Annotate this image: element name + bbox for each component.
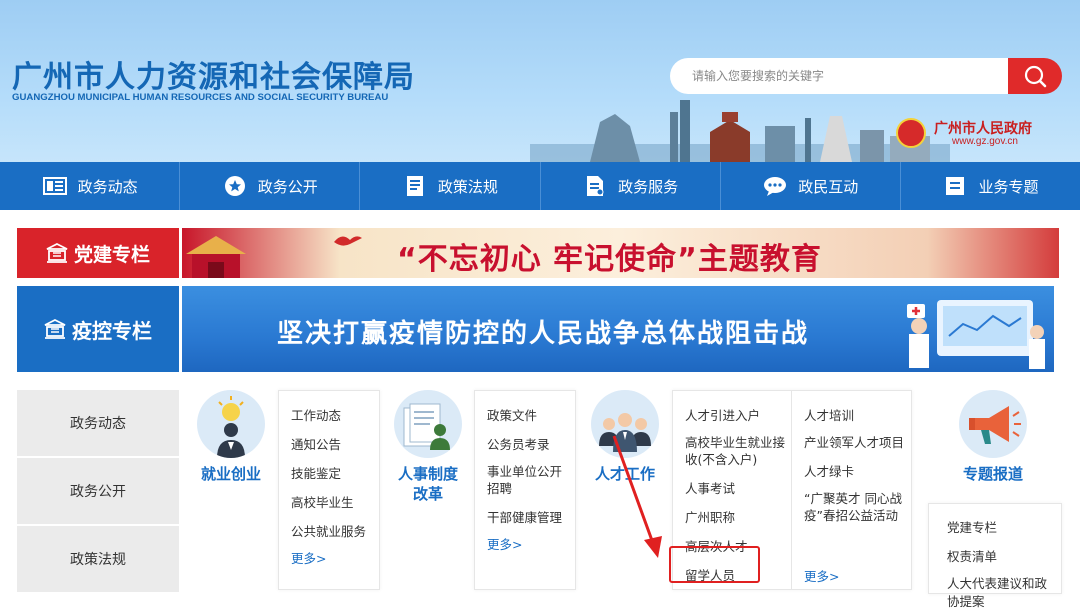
category-personnel-reform[interactable]: 人事制度改革 — [383, 390, 473, 504]
side-menu-item[interactable]: 政务公开 — [17, 458, 179, 524]
nav-item-interaction[interactable]: 政民互动 — [721, 162, 901, 210]
building-icon — [44, 319, 66, 339]
special-reports-panel: 党建专栏 权责清单 人大代表建议和政协提案 — [928, 503, 1062, 609]
building-icon — [46, 243, 68, 263]
nav-label: 政务服务 — [618, 177, 679, 196]
nav-label: 政务公开 — [257, 177, 318, 196]
search-button[interactable] — [1008, 58, 1062, 94]
nav-item-news[interactable]: 政务动态 — [0, 162, 181, 210]
medical-staff-illustration — [907, 300, 1045, 369]
nav-label: 政民互动 — [798, 177, 859, 196]
panel-link[interactable]: 干部健康管理 — [487, 507, 567, 526]
nav-item-topics[interactable]: 业务专题 — [901, 162, 1080, 210]
party-column-label: 党建专栏 — [73, 243, 150, 266]
site-title[interactable]: 广州市人力资源和社会保障局 — [12, 52, 415, 96]
panel-link[interactable]: 通知公告 — [291, 434, 379, 453]
panel-link[interactable]: 公务员考录 — [487, 434, 567, 453]
service-doc-icon — [582, 175, 608, 197]
party-banner-text: “不忘初心 牢记使命”主题教育 — [397, 242, 822, 277]
panel-divider — [791, 391, 792, 589]
panel-link[interactable]: 政策文件 — [487, 405, 567, 424]
panel-link[interactable]: 党建专栏 — [947, 517, 1053, 536]
panel-link[interactable]: 高校毕业生 — [291, 492, 379, 511]
search-box — [670, 58, 1008, 94]
panel-link[interactable]: 权责清单 — [947, 546, 1053, 565]
epidemic-banner[interactable]: 坚决打赢疫情防控的人民战争总体战阻击战 — [182, 286, 1054, 372]
epidemic-banner-text: 坚决打赢疫情防控的人民战争总体战阻击战 — [277, 319, 810, 349]
megaphone-icon — [959, 390, 1027, 458]
epidemic-column-button[interactable]: 疫控专栏 — [17, 286, 179, 372]
search-input[interactable] — [692, 67, 992, 85]
site-header: 广州市人力资源和社会保障局 GUANGZHOU MUNICIPAL HUMAN … — [0, 0, 1080, 162]
panel-link[interactable]: 产业领军人才项目 — [804, 434, 906, 451]
list-icon — [942, 175, 968, 197]
newspaper-icon — [42, 175, 68, 197]
category-special-reports[interactable]: 专题报道 — [948, 390, 1038, 484]
nav-label: 政务动态 — [77, 177, 138, 196]
side-menu-item[interactable]: 政策法规 — [17, 526, 179, 592]
panel-link[interactable]: 公共就业服务 — [291, 521, 379, 540]
more-link[interactable]: 更多> — [475, 534, 575, 553]
search-icon — [1024, 65, 1047, 88]
employment-links-panel: 工作动态 通知公告 技能鉴定 高校毕业生 公共就业服务 更多> — [278, 390, 380, 590]
panel-link[interactable]: 人事考试 — [685, 478, 787, 497]
more-link[interactable]: 更多> — [804, 566, 839, 585]
main-nav: 政务动态 政务公开 政策法规 政务服务 政民互动 业务专题 — [0, 162, 1080, 210]
panel-link[interactable]: “广聚英才 同心战疫”春招公益活动 — [804, 490, 906, 524]
epidemic-banner-row: 疫控专栏 坚决打赢疫情防控的人民战争总体战阻击战 — [17, 286, 1059, 372]
panel-link[interactable]: 人才引进入户 — [685, 405, 787, 424]
tiananmen-illustration — [186, 236, 246, 278]
panel-link[interactable]: 工作动态 — [291, 405, 379, 424]
more-link[interactable]: 更多> — [279, 548, 379, 567]
party-education-banner[interactable]: “不忘初心 牢记使命”主题教育 — [182, 228, 1059, 278]
personnel-links-panel: 政策文件 公务员考录 事业单位公开招聘 干部健康管理 更多> — [474, 390, 576, 590]
epidemic-column-label: 疫控专栏 — [72, 318, 152, 343]
gz-logo-url: www.gz.gov.cn — [952, 136, 1018, 147]
party-column-button[interactable]: 党建专栏 — [17, 228, 179, 278]
star-icon — [222, 175, 248, 197]
site-subtitle: GUANGZHOU MUNICIPAL HUMAN RESOURCES AND … — [12, 92, 389, 103]
documents-person-icon — [394, 390, 462, 458]
gz-government-logo[interactable]: 广州市人民政府 www.gz.gov.cn — [896, 116, 1056, 152]
side-menu: 政务动态 政务公开 政策法规 — [17, 390, 179, 594]
panel-link[interactable]: 广州职称 — [685, 507, 787, 526]
document-icon — [402, 175, 428, 197]
gz-emblem-icon — [896, 118, 926, 148]
panel-link[interactable]: 高校毕业生就业接收(不含入户) — [685, 434, 787, 468]
party-banner-row: 党建专栏 “不忘初心 牢记使命”主题教育 — [17, 228, 1059, 278]
nav-label: 政策法规 — [437, 177, 498, 196]
nav-item-service[interactable]: 政务服务 — [541, 162, 721, 210]
category-label: 专题报道 — [962, 465, 1023, 483]
panel-link[interactable]: 人才绿卡 — [804, 461, 906, 480]
side-menu-item[interactable]: 政务动态 — [17, 390, 179, 456]
nav-item-public[interactable]: 政务公开 — [180, 162, 361, 210]
annotation-arrow — [612, 435, 662, 558]
annotation-highlight-box — [669, 546, 760, 583]
city-skyline-illustration — [530, 100, 950, 162]
nav-label: 业务专题 — [978, 177, 1039, 196]
panel-link[interactable]: 人才培训 — [804, 405, 906, 424]
category-label: 人事制度改革 — [397, 465, 458, 503]
category-employment[interactable]: 就业创业 — [186, 390, 276, 484]
category-label: 就业创业 — [200, 465, 261, 483]
nav-item-policy[interactable]: 政策法规 — [360, 162, 541, 210]
chat-icon — [762, 175, 788, 197]
gz-logo-name: 广州市人民政府 — [934, 121, 1032, 137]
panel-link[interactable]: 事业单位公开招聘 — [487, 463, 569, 497]
panel-link[interactable]: 人大代表建议和政协提案 — [947, 575, 1053, 611]
doves-icon — [334, 236, 362, 246]
lightbulb-person-icon — [197, 390, 265, 458]
panel-link[interactable]: 技能鉴定 — [291, 463, 379, 482]
